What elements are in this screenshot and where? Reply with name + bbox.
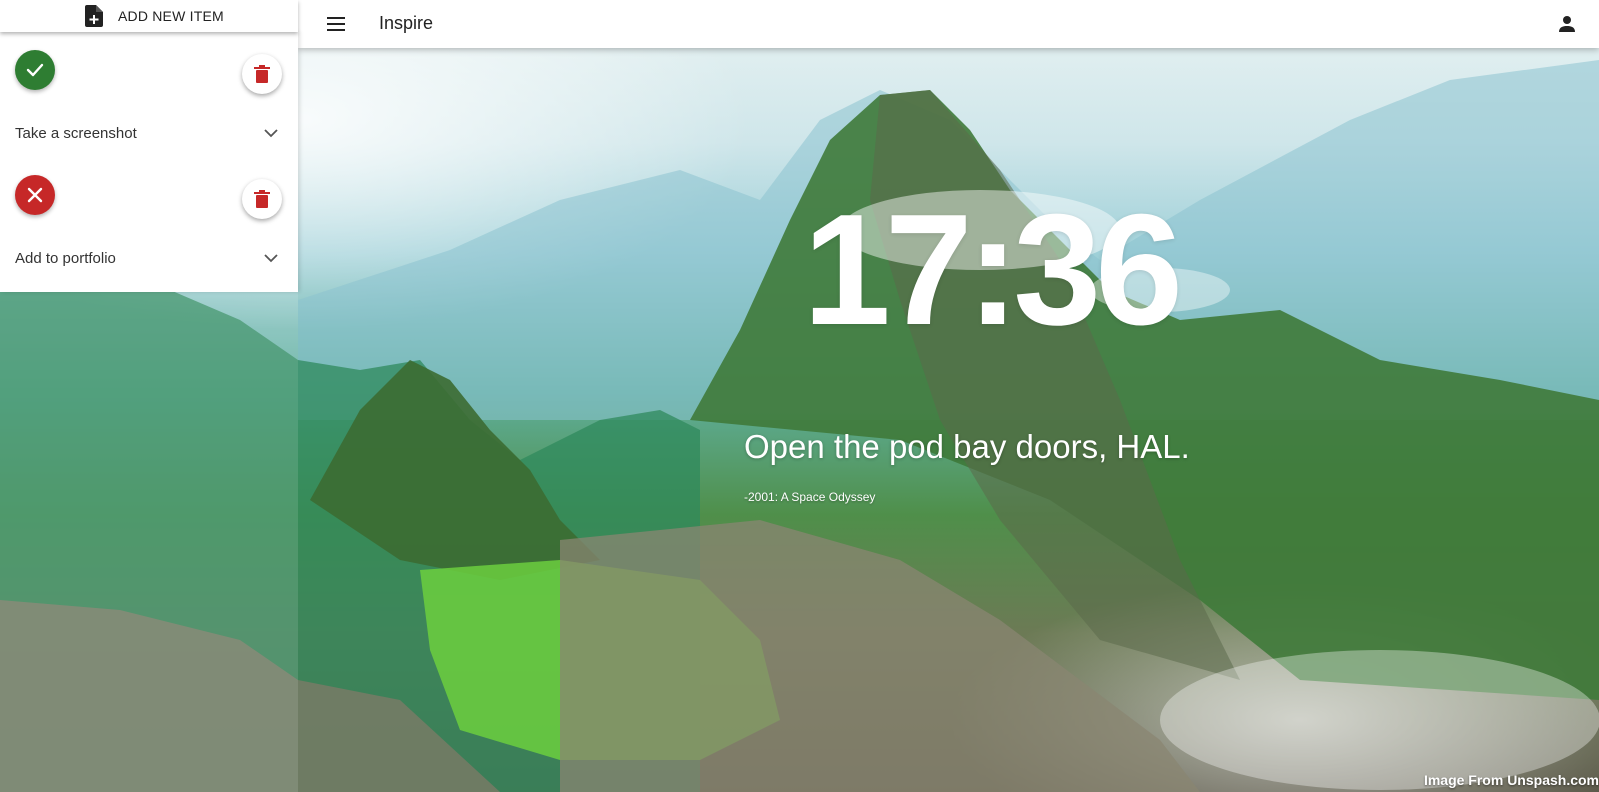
top-app-bar: Inspire [298, 0, 1599, 48]
clock-time: 17:36 [802, 182, 1183, 358]
inspire-app: Inspire ADD NEW ITEM Take a screenshot A… [0, 0, 1599, 792]
add-new-item-label: ADD NEW ITEM [118, 8, 224, 24]
note-add-icon [85, 5, 103, 27]
image-credit: Image From Unspash.com [1423, 772, 1599, 788]
menu-icon-line [327, 23, 345, 25]
task-item: Take a screenshot [0, 32, 298, 160]
person-icon [1559, 16, 1575, 32]
quote-source: -2001: A Space Odyssey [744, 490, 876, 504]
sidebar-overlay [0, 292, 298, 792]
task-title: Add to portfolio [15, 250, 116, 267]
close-icon [27, 187, 43, 203]
task-complete-toggle[interactable] [15, 50, 55, 90]
menu-icon-line [327, 29, 345, 31]
delete-task-button[interactable] [242, 54, 282, 94]
account-button[interactable] [1555, 12, 1579, 36]
chevron-down-icon [264, 254, 278, 263]
trash-icon [254, 190, 270, 208]
task-item: Add to portfolio [0, 157, 298, 285]
delete-task-button[interactable] [242, 179, 282, 219]
task-failed-toggle[interactable] [15, 175, 55, 215]
expand-task-button[interactable] [262, 124, 280, 142]
hamburger-menu-button[interactable] [324, 12, 348, 36]
chevron-down-icon [264, 129, 278, 138]
task-list: Take a screenshot Add to portfolio [0, 32, 298, 292]
menu-icon-line [327, 17, 345, 19]
todo-sidebar: ADD NEW ITEM Take a screenshot Add to po… [0, 0, 298, 792]
trash-icon [254, 65, 270, 83]
valley-fog [1160, 650, 1599, 790]
quote-text: Open the pod bay doors, HAL. [744, 428, 1190, 465]
task-title: Take a screenshot [15, 125, 137, 142]
app-title: Inspire [379, 13, 434, 33]
add-new-item-button[interactable]: ADD NEW ITEM [0, 0, 298, 32]
expand-task-button[interactable] [262, 249, 280, 267]
check-icon [26, 63, 44, 77]
